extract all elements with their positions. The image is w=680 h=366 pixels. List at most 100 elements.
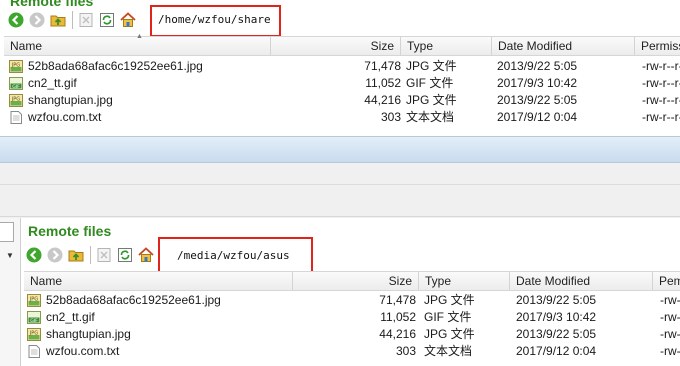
file-size: 11,052 (365, 76, 401, 90)
column-header-permissions[interactable]: Pem (653, 272, 680, 290)
file-row[interactable]: wzfou.com.txt 303 文本文档 2017/9/12 0:04 -rw-r (26, 343, 680, 360)
file-modified: 2017/9/12 0:04 (516, 344, 597, 358)
file-permissions: -rw-r (660, 310, 680, 324)
panel-title: Remote files (10, 0, 94, 9)
column-header-type[interactable]: Type (419, 272, 510, 290)
back-icon[interactable] (26, 247, 42, 263)
refresh-icon[interactable] (99, 12, 115, 28)
file-row[interactable]: wzfou.com.txt 303 文本文档 2017/9/12 0:04 -rw-r-… (8, 109, 680, 126)
column-header-type[interactable]: Type (401, 37, 492, 55)
file-modified: 2017/9/3 10:42 (516, 310, 597, 324)
svg-text:JPG: JPG (29, 330, 38, 336)
column-header-row: Name ▲ Size Type Date Modified Permissi (4, 33, 680, 56)
toolbar-separator (90, 246, 91, 264)
left-pane-input[interactable] (0, 222, 14, 242)
left-pane-edge: ▼ (0, 218, 20, 366)
delete-icon[interactable] (96, 247, 112, 263)
column-header-size-label: Size (370, 39, 394, 53)
splitter-bar[interactable] (0, 136, 680, 163)
file-modified: 2013/9/22 5:05 (516, 327, 597, 341)
column-header-row: Name Size Type Date Modified Pem (24, 271, 680, 291)
file-name: cn2_tt.gif (28, 76, 77, 90)
forward-icon[interactable] (29, 12, 45, 28)
file-name: shangtupian.jpg (28, 93, 113, 107)
forward-icon[interactable] (47, 247, 63, 263)
bottom-remote-files-panel: Remote files /media/wzfou/asus Name Size (20, 218, 680, 366)
file-size: 303 (395, 344, 416, 358)
file-type: JPG 文件 (424, 293, 475, 307)
file-row[interactable]: GIF cn2_tt.gif 11,052 GIF 文件 2017/9/3 10:42 -… (26, 309, 680, 326)
svg-text:JPG: JPG (29, 296, 38, 302)
file-type: JPG 文件 (424, 327, 475, 341)
jpg-file-icon: JPG (9, 60, 23, 73)
column-header-size[interactable]: Size (271, 37, 401, 55)
column-header-size[interactable]: Size (293, 272, 419, 290)
file-row[interactable]: JPG 52b8ada68afac6c19252ee61.jpg 71,478 JPG… (8, 58, 680, 75)
middle-empty-area (0, 163, 680, 217)
path-highlight-box (150, 5, 281, 37)
file-size: 303 (380, 110, 401, 124)
column-header-size-label: Size (388, 274, 412, 288)
file-name: cn2_tt.gif (46, 310, 95, 324)
svg-text:GIF: GIF (30, 318, 38, 324)
sort-ascending-icon: ▲ (136, 33, 143, 40)
svg-text:JPG: JPG (11, 62, 20, 68)
file-type: 文本文档 (406, 110, 455, 124)
column-header-type-label: Type (407, 39, 434, 53)
file-permissions: -rw-r--r-- (642, 93, 680, 107)
file-size: 71,478 (379, 293, 416, 307)
file-row[interactable]: JPG shangtupian.jpg 44,216 JPG 文件 2013/9/22 … (8, 92, 680, 109)
file-type: 文本文档 (424, 344, 473, 358)
column-header-modified[interactable]: Date Modified (492, 37, 635, 55)
jpg-file-icon: JPG (27, 294, 41, 307)
file-row[interactable]: GIF cn2_tt.gif 11,052 GIF 文件 2017/9/3 10:42 -… (8, 75, 680, 92)
top-remote-files-panel: Remote files /home/wzfou/share Name ▲ Si… (0, 0, 680, 136)
file-size: 11,052 (380, 310, 416, 324)
parent-folder-icon[interactable] (68, 247, 84, 263)
file-name: 52b8ada68afac6c19252ee61.jpg (46, 293, 221, 307)
refresh-icon[interactable] (117, 247, 133, 263)
column-header-modified-label: Date Modified (516, 274, 591, 288)
column-header-permissions[interactable]: Permissi (635, 37, 680, 55)
toolbar (8, 9, 141, 31)
file-modified: 2017/9/12 0:04 (497, 110, 578, 124)
back-icon[interactable] (8, 12, 24, 28)
column-header-name-label: Name (30, 274, 63, 288)
delete-icon[interactable] (78, 12, 94, 28)
file-row[interactable]: JPG shangtupian.jpg 44,216 JPG 文件 2013/9/22 … (26, 326, 680, 343)
home-icon[interactable] (120, 12, 136, 28)
dropdown-arrow-icon[interactable]: ▼ (6, 251, 14, 260)
file-name: 52b8ada68afac6c19252ee61.jpg (28, 59, 203, 73)
file-size: 71,478 (364, 59, 401, 73)
file-row[interactable]: JPG 52b8ada68afac6c19252ee61.jpg 71,478 JPG… (26, 292, 680, 309)
column-header-name[interactable]: Name (24, 272, 293, 290)
parent-folder-icon[interactable] (50, 12, 66, 28)
file-permissions: -rw-r (660, 327, 680, 341)
path-highlight-box (158, 237, 313, 275)
file-size: 44,216 (379, 327, 416, 341)
file-permissions: -rw-r--r-- (642, 76, 680, 90)
file-permissions: -rw-r--r-- (642, 59, 680, 73)
column-header-modified-label: Date Modified (498, 39, 573, 53)
column-header-modified[interactable]: Date Modified (510, 272, 653, 290)
svg-text:GIF: GIF (12, 84, 20, 90)
file-modified: 2017/9/3 10:42 (497, 76, 578, 90)
gif-file-icon: GIF (9, 77, 23, 90)
column-header-name-label: Name (10, 39, 43, 53)
panel-title: Remote files (28, 223, 112, 239)
file-permissions: -rw-r (660, 344, 680, 358)
svg-text:JPG: JPG (11, 96, 20, 102)
column-header-type-label: Type (425, 274, 452, 288)
column-header-permissions-label: Permissi (641, 39, 680, 53)
file-size: 44,216 (364, 93, 401, 107)
jpg-file-icon: JPG (27, 328, 41, 341)
home-icon[interactable] (138, 247, 154, 263)
toolbar (26, 244, 159, 266)
divider-line (0, 184, 680, 185)
txt-file-icon (9, 111, 23, 124)
file-modified: 2013/9/22 5:05 (497, 93, 578, 107)
column-header-permissions-label: Pem (659, 274, 680, 288)
gif-file-icon: GIF (27, 311, 41, 324)
file-permissions: -rw-r (660, 293, 680, 307)
file-modified: 2013/9/22 5:05 (516, 293, 597, 307)
